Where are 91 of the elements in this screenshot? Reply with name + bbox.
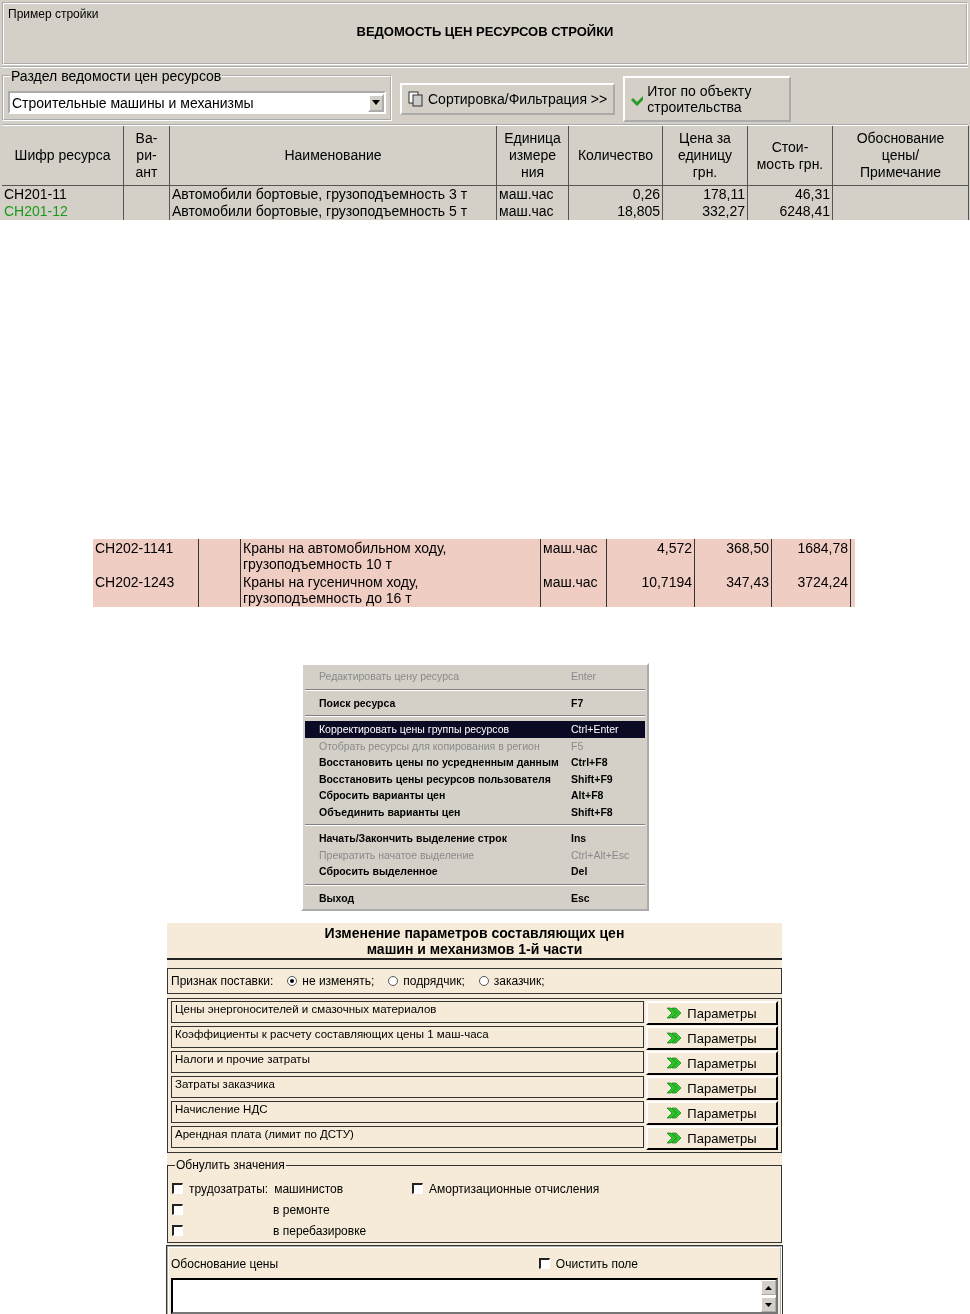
menu-item[interactable]: Начать/Закончить выделение строк Ins	[305, 830, 645, 847]
justification-field[interactable]	[171, 1278, 778, 1314]
parameters-button[interactable]: Параметры	[646, 1001, 778, 1025]
parameters-button[interactable]: Параметры	[646, 1126, 778, 1150]
menu-item[interactable]: Корректировать цены группы ресурсов Ctrl+Enter	[305, 721, 645, 738]
checkbox[interactable]	[172, 1204, 183, 1215]
column-header: Цена за единицу грн.	[663, 126, 748, 186]
table-cell: Автомобили бортовые, грузоподъемность 3 т	[170, 186, 497, 203]
menu-item[interactable]: Восстановить цены ресурсов пользователя Shift+F9	[305, 770, 645, 787]
checkbox-label[interactable]: машинистов	[274, 1181, 344, 1196]
table-cell: маш.час	[543, 540, 598, 556]
table-cell: СН202-1141	[95, 540, 174, 556]
table-cell: Краны на автомобильном ходу, грузоподъемность 10 т	[243, 540, 447, 572]
table-cell: 178,11	[663, 186, 748, 203]
parameter-label: Налоги и прочие затраты	[171, 1051, 644, 1073]
radio-button[interactable]	[478, 976, 489, 986]
table-cell: СН201-12	[2, 203, 124, 220]
table-cell: 46,31	[748, 186, 833, 203]
column-header: Обоснование цены/ Примечание	[833, 126, 969, 186]
scroll-up-icon[interactable]	[761, 1280, 776, 1295]
scroll-down-icon[interactable]	[761, 1297, 776, 1312]
table-cell: СН202-1243	[95, 574, 175, 590]
radio-label[interactable]: подрядчик;	[403, 974, 465, 988]
menu-item[interactable]: Восстановить цены по усредненным данным Ctrl+F8	[305, 754, 645, 771]
menu-item[interactable]: Сбросить варианты цен Alt+F8	[305, 787, 645, 804]
double-chevron-icon	[667, 1057, 682, 1069]
column-header: Шифр ресурса	[2, 126, 124, 186]
checkbox-label[interactable]: Амортизационные отчисления	[429, 1181, 600, 1196]
radio-label[interactable]: не изменять;	[302, 974, 375, 988]
parameters-button[interactable]: Параметры	[646, 1076, 778, 1100]
dialog-title: машин и механизмов 1-й части	[366, 940, 583, 957]
double-chevron-icon	[667, 1107, 682, 1119]
double-chevron-icon	[667, 1032, 682, 1044]
section-dropdown[interactable]: Строительные машины и механизмы	[8, 91, 386, 114]
table-cell: 18,805	[569, 203, 663, 220]
checkbox[interactable]	[172, 1183, 183, 1194]
report-heading: ВЕДОМОСТЬ ЦЕН РЕСУРСОВ СТРОЙКИ	[356, 24, 614, 39]
table-cell: 10,7194	[641, 574, 692, 590]
table-cell: 1684,78	[797, 540, 848, 556]
table-cell: 3724,24	[797, 574, 848, 590]
table-cell: 6248,41	[748, 203, 833, 220]
table-cell: 368,50	[726, 540, 769, 556]
justification-label: Обоснование цены	[171, 1257, 279, 1273]
table-cell: маш.час	[497, 203, 569, 220]
double-chevron-icon	[667, 1132, 682, 1144]
column-header: Ва-ри-ант	[124, 126, 170, 186]
parameter-label: Цены энергоносителей и смазочных материалов	[171, 1001, 644, 1023]
parameters-button[interactable]: Параметры	[646, 1026, 778, 1050]
menu-item[interactable]: Выход Esc	[305, 889, 645, 906]
double-chevron-icon	[667, 1007, 682, 1019]
total-button[interactable]: Итог по объекту строительства	[623, 76, 792, 122]
radio-button[interactable]	[388, 976, 399, 986]
column-header: Наименование	[170, 126, 497, 186]
checkbox[interactable]	[172, 1225, 183, 1236]
table-cell: Краны на гусеничном ходу, грузоподъемность до 16 т	[243, 574, 419, 606]
table-cell: маш.час	[497, 186, 569, 203]
parameter-label: Коэффициенты к расчету составляющих цены 1 маш-часа	[171, 1026, 644, 1048]
table-cell: Автомобили бортовые, грузоподъемность 5 т	[170, 203, 497, 220]
copy-icon	[408, 91, 424, 107]
parameters-button[interactable]: Параметры	[646, 1051, 778, 1075]
table-cell: СН201-11	[2, 186, 124, 203]
menu-item[interactable]: Поиск ресурса F7	[305, 694, 645, 711]
checkbox-label[interactable]: Очистить поле	[555, 1256, 638, 1271]
parameters-button[interactable]: Параметры	[646, 1101, 778, 1125]
checkbox[interactable]	[412, 1183, 423, 1194]
double-chevron-icon	[667, 1082, 682, 1094]
parameter-label: Затраты заказчика	[171, 1076, 644, 1098]
parameter-label: Начисление НДС	[171, 1101, 644, 1123]
table-cell: маш.час	[543, 574, 598, 590]
sort-filter-button[interactable]: Сортировка/Фильтрация >>	[400, 83, 616, 115]
table-cell: 0,26	[569, 186, 663, 203]
checkbox-label[interactable]: в перебазировке	[273, 1223, 367, 1238]
group-label: Обнулить значения	[175, 1158, 286, 1172]
window-title: Пример стройки	[8, 7, 100, 21]
table-cell: 347,43	[726, 574, 769, 590]
table-cell: 332,27	[663, 203, 748, 220]
checkbox-label[interactable]: трудозатраты:	[189, 1181, 269, 1196]
group-label: Раздел ведомости цен ресурсов	[10, 68, 223, 84]
column-header: Стои-мость грн.	[748, 126, 833, 186]
menu-item[interactable]: Сбросить выделенное Del	[305, 863, 645, 880]
parameter-label: Арендная плата (лимит по ДСТУ)	[171, 1126, 644, 1148]
column-header: Количество	[569, 126, 663, 186]
radio-label[interactable]: заказчик;	[493, 974, 545, 988]
menu-item[interactable]: Объединить варианты цен Shift+F8	[305, 803, 645, 820]
checkbox-label[interactable]: в ремонте	[273, 1202, 330, 1217]
radio-button[interactable]	[287, 976, 298, 986]
checkbox[interactable]	[538, 1258, 550, 1269]
dialog-title: Изменение параметров составляющих цен	[324, 924, 625, 941]
table-cell: 4,572	[656, 540, 692, 556]
supply-label: Признак поставки:	[171, 974, 274, 988]
column-header: Единица измере ния	[497, 126, 569, 186]
